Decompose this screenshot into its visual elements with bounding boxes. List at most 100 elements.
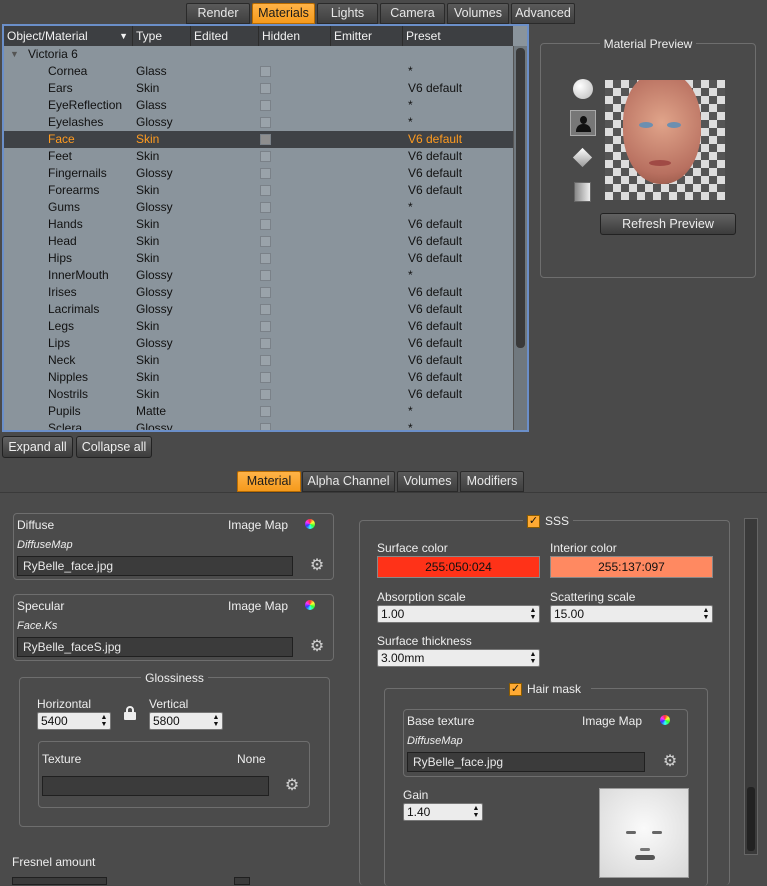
hidden-checkbox[interactable] (260, 338, 271, 349)
surface-color-swatch[interactable]: 255:050:024 (377, 556, 540, 578)
hidden-checkbox[interactable] (260, 406, 271, 417)
stepper-arrows-icon[interactable]: ▲ ▼ (529, 607, 537, 621)
hidden-checkbox[interactable] (260, 372, 271, 383)
subtab-alpha-channel[interactable]: Alpha Channel (302, 471, 395, 492)
hidden-checkbox[interactable] (260, 423, 271, 430)
table-row[interactable]: Lacrimals Glossy V6 default (4, 301, 513, 318)
hidden-checkbox[interactable] (260, 304, 271, 315)
hidden-checkbox[interactable] (260, 236, 271, 247)
vertical-stepper[interactable]: 5800 ▲ ▼ (149, 712, 223, 730)
table-row[interactable]: Fingernails Glossy V6 default (4, 165, 513, 182)
specular-image-map-label[interactable]: Image Map (228, 599, 288, 613)
table-row[interactable]: Nipples Skin V6 default (4, 369, 513, 386)
table-row[interactable]: Legs Skin V6 default (4, 318, 513, 335)
table-row[interactable]: Lips Glossy V6 default (4, 335, 513, 352)
col-emitter[interactable]: Emitter (331, 26, 403, 46)
subtab-material[interactable]: Material (237, 471, 301, 492)
hidden-checkbox[interactable] (260, 151, 271, 162)
table-row[interactable]: Sclera Glossy * (4, 420, 513, 430)
collapse-triangle-icon[interactable]: ▼ (10, 46, 19, 63)
collapse-all-button[interactable]: Collapse all (76, 436, 152, 458)
expand-all-button[interactable]: Expand all (2, 436, 73, 458)
fresnel-lock[interactable] (234, 877, 250, 885)
color-wheel-icon[interactable] (660, 715, 670, 725)
cube-shape-icon[interactable] (572, 147, 593, 168)
stepper-arrows-icon[interactable]: ▲ ▼ (472, 805, 480, 819)
gear-icon[interactable]: ⚙ (309, 558, 325, 574)
stepper-arrows-icon[interactable]: ▲ ▼ (212, 714, 220, 728)
texture-value[interactable]: None (237, 752, 266, 766)
table-scrollbar[interactable] (513, 46, 527, 430)
col-edited[interactable]: Edited (191, 26, 259, 46)
horizontal-stepper[interactable]: 5400 ▲ ▼ (37, 712, 111, 730)
hair-mask-checkbox[interactable]: ✓ (509, 683, 522, 696)
lock-icon[interactable] (123, 706, 137, 720)
absorption-scale-stepper[interactable]: 1.00 ▲ ▼ (377, 605, 540, 623)
surface-thickness-stepper[interactable]: 3.00mm ▲ ▼ (377, 649, 540, 667)
group-row[interactable]: ▼ Victoria 6 (4, 46, 513, 63)
col-type[interactable]: Type (133, 26, 191, 46)
tab-advanced[interactable]: Advanced (511, 3, 575, 24)
base-file-field[interactable]: RyBelle_face.jpg (407, 752, 645, 772)
table-row[interactable]: Feet Skin V6 default (4, 148, 513, 165)
hidden-checkbox[interactable] (260, 219, 271, 230)
hidden-checkbox[interactable] (260, 83, 271, 94)
material-table[interactable]: Object/Material ▼ Type Edited Hidden Emit… (2, 24, 529, 432)
diffuse-file-field[interactable]: RyBelle_face.jpg (17, 556, 293, 576)
gear-icon[interactable]: ⚙ (662, 754, 678, 770)
tab-volumes[interactable]: Volumes (447, 3, 509, 24)
plane-shape-icon[interactable] (574, 182, 591, 202)
table-row[interactable]: Neck Skin V6 default (4, 352, 513, 369)
hidden-checkbox[interactable] (260, 202, 271, 213)
table-row[interactable]: Forearms Skin V6 default (4, 182, 513, 199)
table-row[interactable]: Cornea Glass * (4, 63, 513, 80)
gain-stepper[interactable]: 1.40 ▲ ▼ (403, 803, 483, 821)
table-row[interactable]: EyeReflection Glass * (4, 97, 513, 114)
refresh-preview-button[interactable]: Refresh Preview (600, 213, 736, 235)
base-image-map-label[interactable]: Image Map (582, 714, 642, 728)
gear-icon[interactable]: ⚙ (284, 778, 300, 794)
table-row[interactable]: Ears Skin V6 default (4, 80, 513, 97)
table-row[interactable]: Pupils Matte * (4, 403, 513, 420)
hidden-checkbox[interactable] (260, 117, 271, 128)
subtab-volumes[interactable]: Volumes (397, 471, 458, 492)
tab-materials[interactable]: Materials (252, 3, 315, 24)
settings-scroll-thumb[interactable] (747, 787, 755, 851)
fresnel-field[interactable] (12, 877, 107, 885)
table-row[interactable]: InnerMouth Glossy * (4, 267, 513, 284)
scattering-scale-stepper[interactable]: 15.00 ▲ ▼ (550, 605, 713, 623)
col-object-material[interactable]: Object/Material ▼ (4, 26, 133, 46)
tab-render[interactable]: Render (186, 3, 250, 24)
tab-camera[interactable]: Camera (380, 3, 445, 24)
hidden-checkbox[interactable] (260, 389, 271, 400)
settings-scrollbar[interactable] (744, 518, 758, 855)
subtab-modifiers[interactable]: Modifiers (460, 471, 524, 492)
interior-color-swatch[interactable]: 255:137:097 (550, 556, 713, 578)
hidden-checkbox[interactable] (260, 253, 271, 264)
sphere-shape-icon[interactable] (573, 79, 593, 99)
hidden-checkbox[interactable] (260, 355, 271, 366)
hidden-checkbox[interactable] (260, 270, 271, 281)
hidden-checkbox[interactable] (260, 185, 271, 196)
hidden-checkbox[interactable] (260, 66, 271, 77)
hidden-checkbox[interactable] (260, 134, 271, 145)
table-row[interactable]: Face Skin V6 default (4, 131, 513, 148)
color-wheel-icon[interactable] (305, 600, 315, 610)
table-row[interactable]: Gums Glossy * (4, 199, 513, 216)
table-row[interactable]: Hands Skin V6 default (4, 216, 513, 233)
table-row[interactable]: Irises Glossy V6 default (4, 284, 513, 301)
table-row[interactable]: Nostrils Skin V6 default (4, 386, 513, 403)
hidden-checkbox[interactable] (260, 168, 271, 179)
hidden-checkbox[interactable] (260, 100, 271, 111)
table-row[interactable]: Eyelashes Glossy * (4, 114, 513, 131)
diffuse-image-map-label[interactable]: Image Map (228, 518, 288, 532)
specular-file-field[interactable]: RyBelle_faceS.jpg (17, 637, 293, 657)
table-row[interactable]: Head Skin V6 default (4, 233, 513, 250)
col-preset[interactable]: Preset (403, 26, 513, 46)
scroll-thumb[interactable] (516, 48, 525, 348)
table-row[interactable]: Hips Skin V6 default (4, 250, 513, 267)
head-shape-icon[interactable] (570, 110, 596, 136)
sss-checkbox[interactable]: ✓ (527, 515, 540, 528)
hidden-checkbox[interactable] (260, 321, 271, 332)
gear-icon[interactable]: ⚙ (309, 639, 325, 655)
